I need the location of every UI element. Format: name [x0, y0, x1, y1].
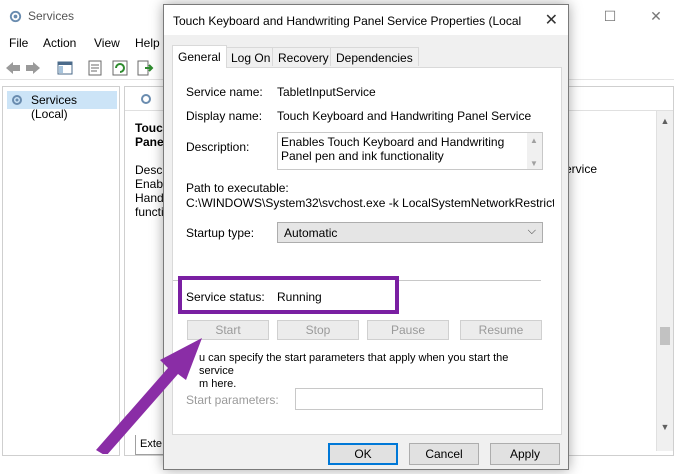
menu-view[interactable]: View	[94, 36, 120, 50]
vertical-scrollbar[interactable]: ▲ ▼	[656, 111, 673, 451]
services-gear-icon	[12, 95, 22, 105]
hint-line: u can specify the start parameters that …	[199, 352, 509, 377]
tab-general[interactable]: General	[172, 45, 227, 68]
path-label: Path to executable:	[186, 181, 289, 195]
properties-dialog: Touch Keyboard and Handwriting Panel Ser…	[163, 4, 569, 470]
menu-action[interactable]: Action	[43, 36, 76, 50]
general-tab-page: Service name: TabletInputService Display…	[172, 67, 562, 435]
maximize-button[interactable]: ☐	[600, 6, 620, 26]
description-textbox[interactable]: Enables Touch Keyboard and Handwriting P…	[277, 132, 543, 170]
export-list-icon[interactable]	[136, 59, 154, 77]
dialog-title: Touch Keyboard and Handwriting Panel Ser…	[173, 14, 523, 28]
start-params-hint: u can specify the start parameters that …	[187, 352, 541, 391]
startup-type-value: Automatic	[284, 226, 338, 240]
scroll-up-icon[interactable]: ▲	[530, 134, 538, 148]
startup-type-select[interactable]: Automatic ⌵	[277, 222, 543, 243]
service-name-label: Service name:	[186, 85, 263, 99]
services-gear-icon	[9, 10, 22, 23]
scroll-thumb[interactable]	[660, 327, 670, 345]
startup-type-label: Startup type:	[186, 226, 255, 240]
services-gear-icon	[141, 94, 151, 104]
start-button[interactable]: Start	[187, 320, 269, 340]
service-status-highlight: Service status: Running	[178, 276, 399, 314]
display-name-label: Display name:	[186, 109, 263, 123]
console-tree-icon[interactable]	[56, 59, 74, 77]
forward-icon[interactable]	[24, 59, 42, 77]
scroll-down-icon[interactable]: ▼	[659, 421, 671, 433]
tab-recovery[interactable]: Recovery	[272, 47, 335, 66]
service-status-label: Service status:	[186, 290, 265, 304]
tree-item-services-local[interactable]: Services (Local)	[7, 91, 117, 121]
tree-item-label: Services (Local)	[31, 93, 78, 121]
back-icon[interactable]	[4, 59, 22, 77]
tab-log-on[interactable]: Log On	[225, 47, 277, 66]
apply-button[interactable]: Apply	[490, 443, 560, 465]
menu-help[interactable]: Help	[135, 36, 160, 50]
description-value: Enables Touch Keyboard and Handwriting P…	[281, 135, 505, 163]
path-value: C:\WINDOWS\System32\svchost.exe -k Local…	[186, 196, 554, 210]
start-params-input[interactable]	[295, 388, 543, 410]
description-scrollbar[interactable]: ▲ ▼	[527, 133, 542, 169]
description-label: Description:	[186, 140, 250, 154]
dialog-tabs: General Log On Recovery Dependencies	[172, 45, 562, 68]
tab-dependencies[interactable]: Dependencies	[330, 47, 419, 66]
scroll-down-icon[interactable]: ▼	[530, 157, 538, 171]
resume-button[interactable]: Resume	[460, 320, 542, 340]
cancel-button[interactable]: Cancel	[409, 443, 479, 465]
dialog-title-bar: Touch Keyboard and Handwriting Panel Ser…	[164, 5, 568, 35]
refresh-icon[interactable]	[111, 59, 129, 77]
stop-button[interactable]: Stop	[277, 320, 359, 340]
chevron-down-icon: ⌵	[527, 225, 536, 237]
service-status-value: Running	[277, 290, 322, 304]
services-title: Services	[28, 9, 75, 23]
service-name-value: TabletInputService	[277, 85, 376, 99]
menu-file[interactable]: File	[9, 36, 28, 50]
start-params-label: Start parameters:	[186, 393, 279, 407]
scroll-up-icon[interactable]: ▲	[659, 115, 671, 127]
properties-icon[interactable]	[86, 59, 104, 77]
pause-button[interactable]: Pause	[367, 320, 449, 340]
close-button[interactable]: ✕	[646, 6, 666, 26]
display-name-value: Touch Keyboard and Handwriting Panel Ser…	[277, 109, 532, 123]
ok-button[interactable]: OK	[328, 443, 398, 465]
console-tree-pane: Services (Local)	[2, 86, 120, 456]
close-icon[interactable]: ✕	[545, 10, 558, 30]
